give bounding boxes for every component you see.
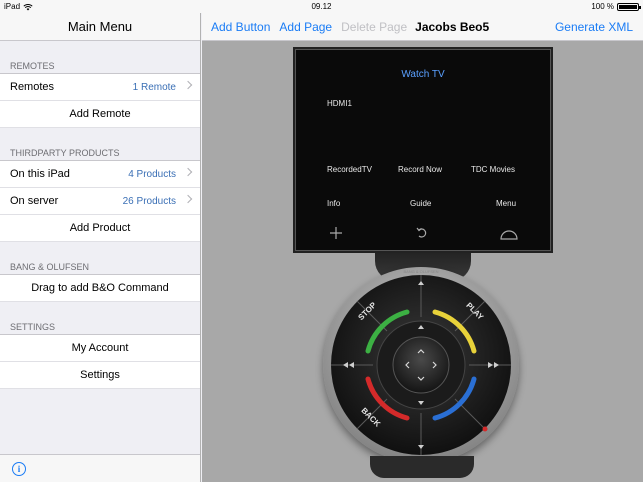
battery-percent: 100 % [591,2,614,11]
battery-icon [617,2,641,11]
record-dot-icon[interactable] [482,426,488,432]
remote-screen: Watch TV HDMI1 RecordedTV Record Now TDC… [295,49,551,251]
plus-icon[interactable] [329,226,343,240]
on-server-count: 26 Products [122,195,176,207]
section-title-thirdparty: THIRDPARTY PRODUCTS [0,145,200,161]
record-now-button[interactable]: Record Now [398,165,442,174]
info-button[interactable]: Info [327,199,340,208]
remotes-count: 1 Remote [132,81,176,93]
add-product-button[interactable]: Add Product [0,215,200,242]
center-select-button[interactable] [392,336,450,394]
info-icon[interactable]: i [12,462,26,476]
status-time: 09.12 [311,2,332,11]
on-ipad-count: 4 Products [128,168,176,180]
chevron-right-icon [183,80,193,90]
settings-button[interactable]: Settings [0,362,200,389]
chevron-right-icon [183,194,193,204]
drag-bo-command[interactable]: Drag to add B&O Command [0,275,200,302]
remote-canvas: Watch TV HDMI1 RecordedTV Record Now TDC… [202,41,643,482]
remotes-label: Remotes [10,81,55,93]
add-page-button[interactable]: Add Page [279,20,332,34]
sidebar: Main Menu REMOTES Remotes 1 Remote Add R… [0,13,201,482]
add-remote-label: Add Remote [69,108,131,120]
toolbar: Add Button Add Page Delete Page Jacobs B… [202,13,643,41]
status-bar: iPad 09.12 100 % [0,0,643,13]
sidebar-footer: i [0,454,200,482]
remote-foot [370,456,474,478]
remote-title: Jacobs Beo5 [415,19,490,34]
on-ipad-row[interactable]: On this iPad 4 Products [0,161,200,188]
my-account-label: My Account [71,342,129,354]
recordedtv-button[interactable]: RecordedTV [327,165,372,174]
wheel-graphic: STOP PLAY BACK BANG & OLUFSEN [331,269,511,455]
on-ipad-label: On this iPad [10,168,70,180]
section-title-remotes: REMOTES [0,58,200,74]
section-title-settings: SETTINGS [0,319,200,335]
generate-xml-button[interactable]: Generate XML [555,20,633,34]
drag-bo-label: Drag to add B&O Command [31,282,169,294]
control-wheel: STOP PLAY BACK BANG & OLUFSEN [323,267,519,463]
section-title-bo: BANG & OLUFSEN [0,259,200,275]
settings-label: Settings [80,369,120,381]
add-remote-button[interactable]: Add Remote [0,101,200,128]
on-server-row[interactable]: On server 26 Products [0,188,200,215]
menu-button[interactable]: Menu [496,199,516,208]
remotes-row[interactable]: Remotes 1 Remote [0,74,200,101]
dome-icon[interactable] [500,228,518,240]
wifi-icon [23,3,33,10]
add-product-label: Add Product [69,222,131,234]
chevron-right-icon [183,167,193,177]
guide-button[interactable]: Guide [410,199,431,208]
rotate-icon[interactable] [416,226,428,240]
sidebar-title: Main Menu [67,19,133,34]
my-account-button[interactable]: My Account [0,335,200,362]
on-server-label: On server [10,195,59,207]
hdmi1-button[interactable]: HDMI1 [327,99,352,108]
screen-title[interactable]: Watch TV [296,69,550,80]
device-name: iPad [4,2,21,11]
brand-text: BANG & OLUFSEN [403,269,438,274]
battery-fill [619,4,637,9]
tdc-movies-button[interactable]: TDC Movies [471,165,515,174]
delete-page-button: Delete Page [341,19,408,34]
sidebar-header: Main Menu [0,13,200,41]
add-button-button[interactable]: Add Button [211,20,270,34]
